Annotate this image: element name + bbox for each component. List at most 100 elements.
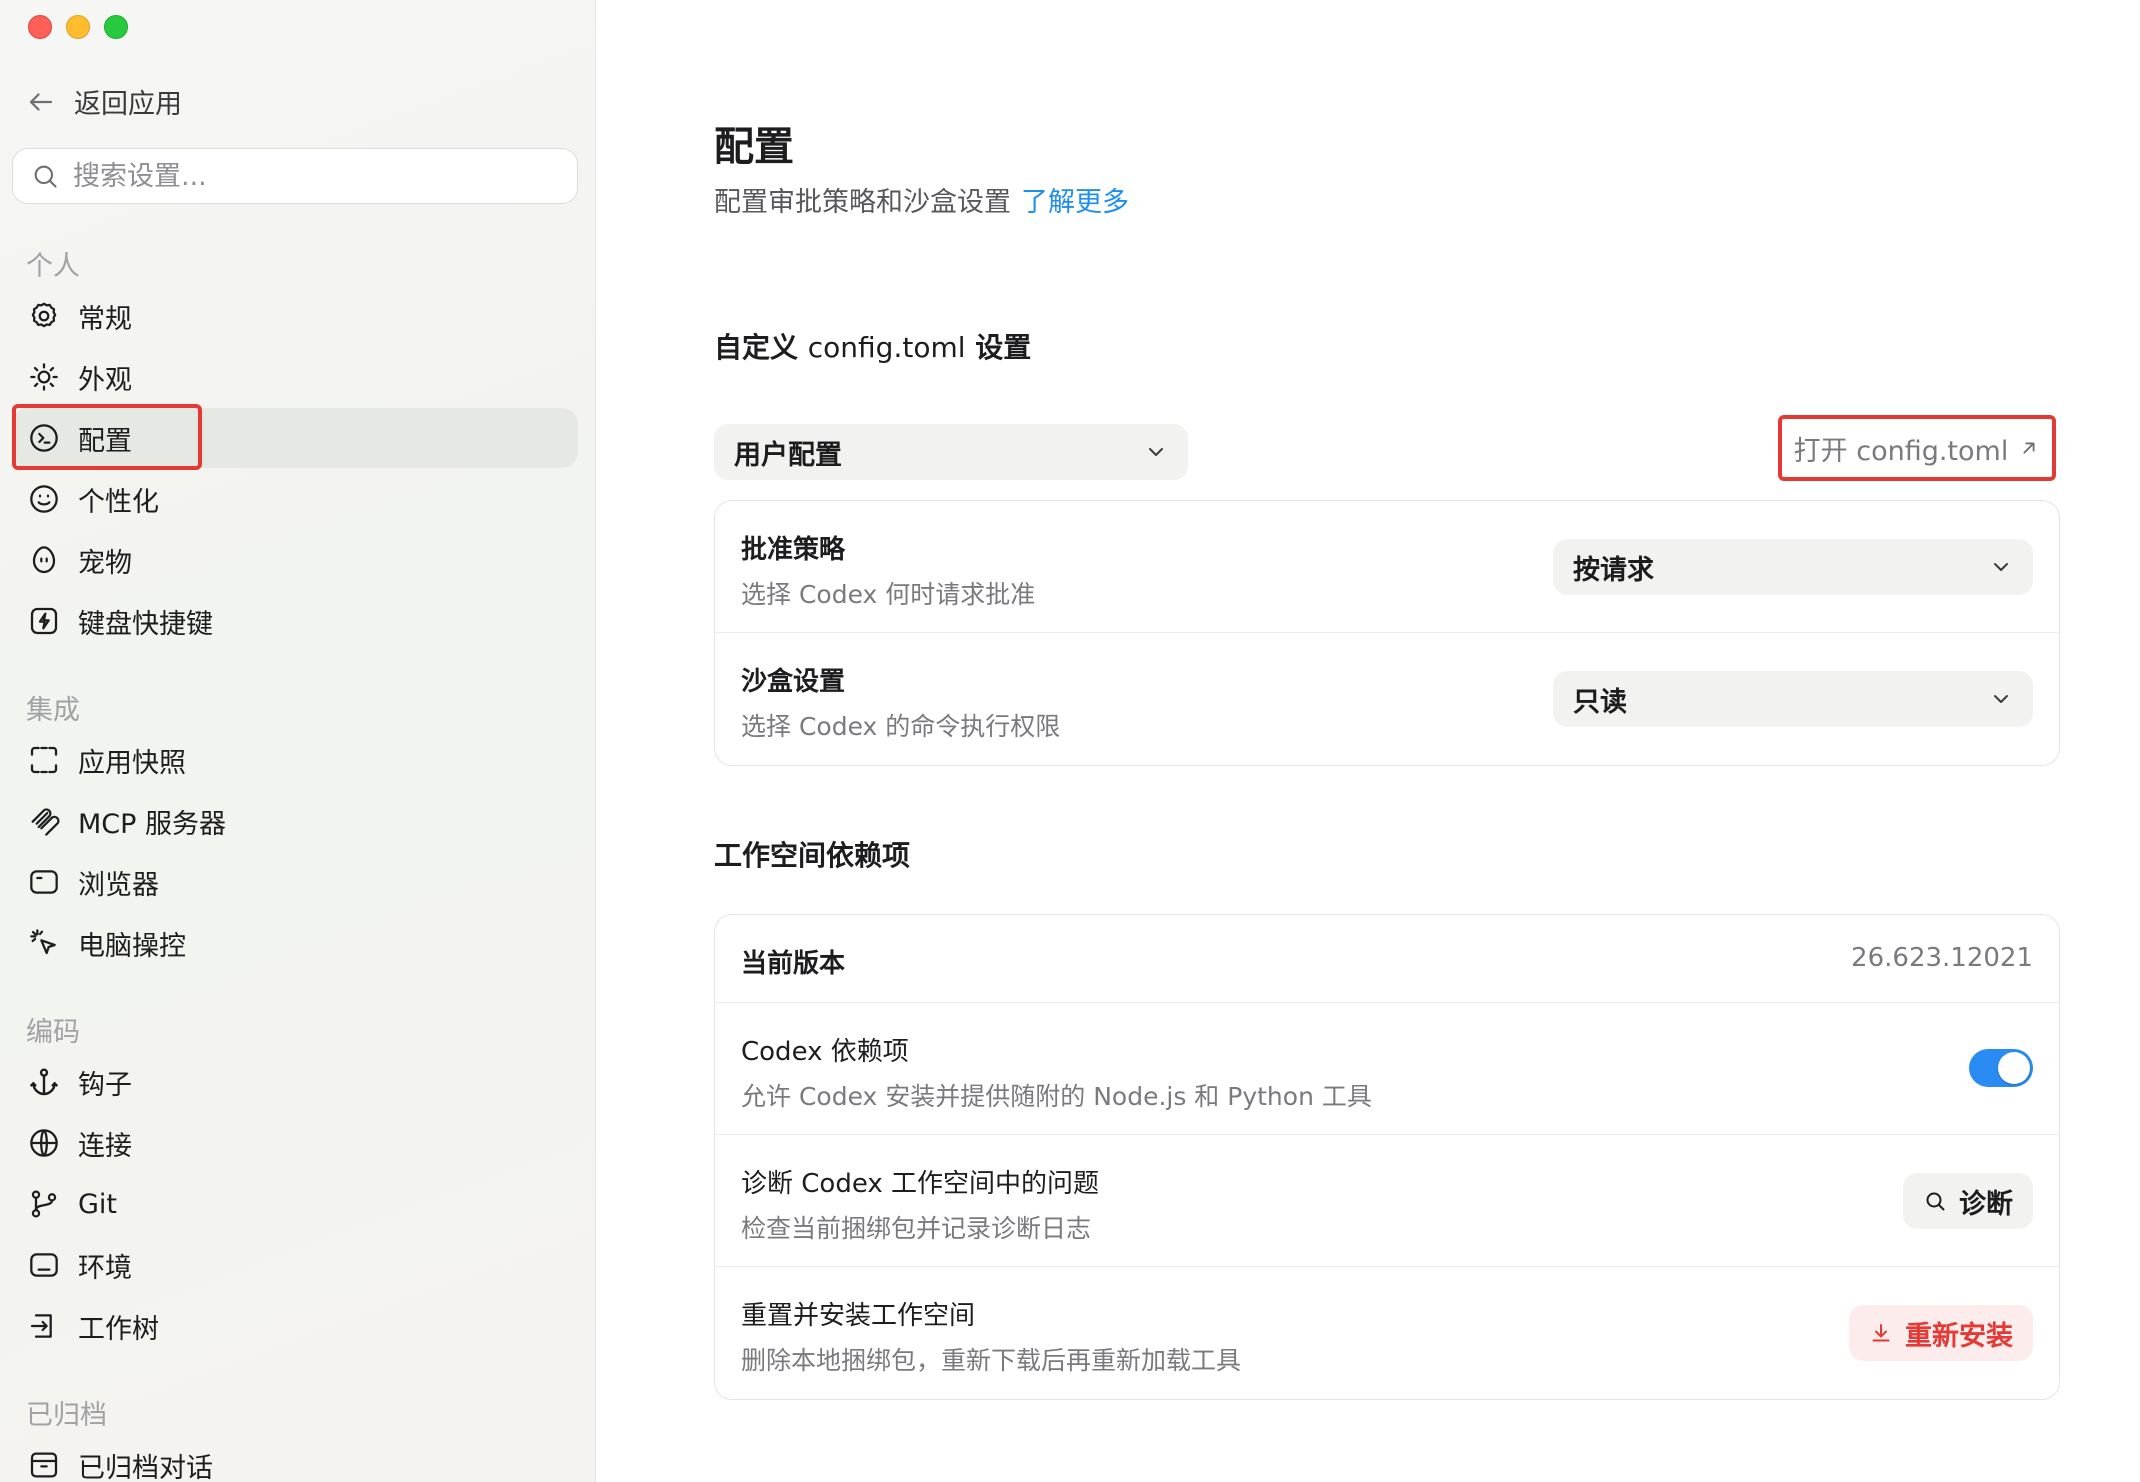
sidebar-item-label: 浏览器	[78, 869, 159, 901]
section-label-coding: 编码	[26, 1017, 80, 1048]
monitor-icon	[30, 1253, 58, 1277]
sidebar-item-app-snapshot[interactable]: 应用快照	[12, 730, 578, 790]
open-config-toml-button[interactable]: 打开 config.toml	[1778, 415, 2056, 481]
sidebar-item-computer-control[interactable]: 电脑操控	[12, 913, 578, 973]
page-subtitle-text: 配置审批策略和沙盒设置	[714, 187, 1011, 218]
sidebar-item-label: 工作树	[78, 1313, 159, 1345]
sidebar-item-config[interactable]: 配置	[12, 408, 578, 468]
sidebar-item-hooks[interactable]: 钩子	[12, 1052, 578, 1112]
policy-card: 批准策略 选择 Codex 何时请求批准 按请求 沙盒设置 选择 Codex 的…	[714, 500, 2060, 766]
current-version-row: 当前版本 26.623.12021	[715, 915, 2059, 1003]
window-controls	[28, 15, 128, 39]
sidebar-item-label: 键盘快捷键	[78, 608, 213, 640]
sidebar-item-general[interactable]: 常规	[12, 286, 578, 346]
page-title: 配置	[714, 124, 794, 170]
back-to-app-button[interactable]: 返回应用	[26, 82, 182, 121]
sidebar-item-environments[interactable]: 环境	[12, 1235, 578, 1295]
sidebar-item-label: 电脑操控	[78, 930, 186, 962]
external-link-arrow-icon	[2023, 442, 2035, 454]
codex-deps-row: Codex 依赖项 允许 Codex 安装并提供随附的 Node.js 和 Py…	[715, 1003, 2059, 1135]
archive-box-icon	[30, 1452, 58, 1478]
reinstall-button-label: 重新安装	[1905, 1320, 2013, 1352]
anchor-icon	[30, 1068, 58, 1096]
sidebar-item-label: 个性化	[78, 486, 159, 518]
diagnose-row: 诊断 Codex 工作空间中的问题 检查当前捆绑包并记录诊断日志 诊断	[715, 1135, 2059, 1267]
reinstall-row: 重置并安装工作空间 删除本地捆绑包，重新下载后再重新加载工具 重新安装	[715, 1267, 2059, 1399]
open-config-toml-label: 打开 config.toml	[1793, 435, 2009, 467]
sidebar-item-label: Git	[78, 1188, 118, 1220]
terminal-icon	[30, 424, 58, 452]
settings-search[interactable]	[12, 148, 578, 204]
sun-icon	[30, 363, 58, 391]
browser-icon	[30, 870, 58, 894]
cursor-click-icon	[30, 929, 56, 955]
sandbox-settings-desc: 选择 Codex 的命令执行权限	[741, 712, 1061, 741]
git-branch-icon	[31, 1190, 57, 1218]
minimize-window-button[interactable]	[66, 15, 90, 39]
approval-policy-value: 按请求	[1573, 554, 1654, 586]
sidebar-item-archived-chats[interactable]: 已归档对话	[12, 1435, 578, 1482]
reinstall-desc: 删除本地捆绑包，重新下载后再重新加载工具	[741, 1346, 1242, 1375]
sidebar-item-connections[interactable]: 连接	[12, 1113, 578, 1173]
sidebar-item-label: MCP 服务器	[78, 808, 227, 840]
sidebar-item-appearance[interactable]: 外观	[12, 347, 578, 407]
sidebar-item-label: 已归档对话	[78, 1452, 213, 1482]
sidebar-item-pets[interactable]: 宠物	[12, 530, 578, 590]
section-label-personal: 个人	[26, 251, 80, 282]
sidebar-item-git[interactable]: Git	[12, 1174, 578, 1234]
worktree-icon	[30, 1314, 52, 1338]
search-icon	[1926, 1192, 1945, 1211]
zoom-window-button[interactable]	[104, 15, 128, 39]
search-input[interactable]	[73, 160, 553, 192]
globe-icon	[30, 1129, 58, 1157]
back-to-app-label: 返回应用	[74, 89, 182, 120]
sidebar-item-label: 常规	[78, 303, 132, 335]
download-icon	[1872, 1324, 1890, 1342]
sidebar-item-worktrees[interactable]: 工作树	[12, 1296, 578, 1356]
page-subtitle: 配置审批策略和沙盒设置 了解更多	[714, 180, 1129, 219]
sidebar-item-label: 配置	[78, 425, 132, 457]
codex-deps-toggle[interactable]	[1969, 1049, 2033, 1087]
codex-deps-desc: 允许 Codex 安装并提供随附的 Node.js 和 Python 工具	[741, 1082, 1372, 1111]
section-label-integrations: 集成	[26, 695, 80, 726]
frame-icon	[30, 746, 58, 774]
workspace-deps-card: 当前版本 26.623.12021 Codex 依赖项 允许 Codex 安装并…	[714, 914, 2060, 1400]
sidebar-item-shortcuts[interactable]: 键盘快捷键	[12, 591, 578, 651]
sidebar-item-label: 钩子	[78, 1069, 132, 1101]
sandbox-settings-select[interactable]: 只读	[1553, 671, 2033, 727]
codex-deps-title: Codex 依赖项	[741, 1037, 909, 1067]
reinstall-button[interactable]: 重新安装	[1849, 1305, 2033, 1361]
sidebar-item-label: 外观	[78, 364, 132, 396]
sidebar-item-label: 环境	[78, 1252, 132, 1284]
chevron-down-icon	[1994, 695, 2008, 703]
sidebar-item-label: 连接	[78, 1130, 132, 1162]
custom-config-heading-file: config.toml	[807, 331, 966, 364]
sidebar-item-label: 宠物	[78, 547, 132, 579]
settings-content: 配置 配置审批策略和沙盒设置 了解更多 自定义 config.toml 设置 用户…	[596, 0, 2140, 1482]
approval-policy-desc: 选择 Codex 何时请求批准	[741, 580, 1036, 609]
profile-select-value: 用户配置	[734, 439, 842, 471]
diagnose-button[interactable]: 诊断	[1903, 1173, 2033, 1229]
profile-select[interactable]: 用户配置	[714, 424, 1188, 480]
approval-policy-row: 批准策略 选择 Codex 何时请求批准 按请求	[715, 501, 2059, 633]
workspace-deps-heading: 工作空间依赖项	[714, 839, 911, 872]
custom-config-heading-prefix: 自定义	[714, 331, 799, 364]
sandbox-settings-title: 沙盒设置	[741, 667, 846, 697]
keyboard-icon	[30, 607, 58, 635]
sidebar-item-personalization[interactable]: 个性化	[12, 469, 578, 529]
arrow-left-icon	[29, 92, 53, 111]
chevron-down-icon	[1149, 448, 1163, 456]
egg-icon	[32, 546, 56, 574]
learn-more-link[interactable]: 了解更多	[1021, 187, 1129, 218]
approval-policy-select[interactable]: 按请求	[1553, 539, 2033, 595]
chevron-down-icon	[1994, 563, 2008, 571]
sidebar-item-mcp[interactable]: MCP 服务器	[12, 791, 578, 851]
sidebar-item-browser[interactable]: 浏览器	[12, 852, 578, 912]
close-window-button[interactable]	[28, 15, 52, 39]
sidebar-item-label: 应用快照	[78, 747, 186, 779]
sidebar: 返回应用 个人 常规 外观 配置 个性化 宠物 键盘快捷键 集成 应用快照 MC…	[0, 0, 596, 1482]
current-version-title: 当前版本	[741, 949, 846, 979]
diagnose-button-label: 诊断	[1959, 1188, 2013, 1220]
section-label-archived: 已归档	[26, 1400, 107, 1431]
search-icon	[34, 165, 57, 188]
